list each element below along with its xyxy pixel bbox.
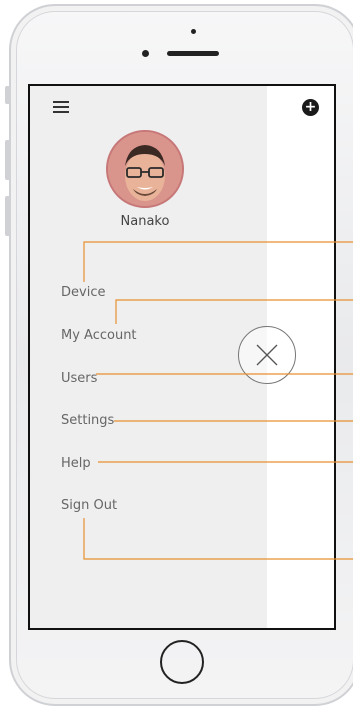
menu-item-device[interactable]: Device: [61, 285, 105, 300]
close-button[interactable]: [238, 326, 296, 384]
volume-down-button: [5, 196, 10, 236]
phone-screen: + Nanako Device My Account Users Setting…: [28, 84, 336, 630]
hamburger-icon[interactable]: [53, 101, 69, 114]
volume-up-button: [5, 140, 10, 180]
home-button[interactable]: [160, 640, 204, 684]
avatar: [106, 130, 184, 208]
front-sensor: [191, 29, 196, 34]
menu-item-help[interactable]: Help: [61, 456, 91, 471]
menu-item-settings[interactable]: Settings: [61, 413, 114, 428]
mute-switch: [5, 86, 10, 104]
menu-item-my-account[interactable]: My Account: [61, 328, 137, 343]
menu-item-sign-out[interactable]: Sign Out: [61, 498, 117, 513]
earpiece-speaker: [167, 51, 219, 56]
close-icon: [256, 344, 278, 366]
add-button[interactable]: +: [302, 99, 319, 116]
username-label: Nanako: [120, 214, 170, 229]
plus-circle-icon: +: [304, 99, 317, 115]
profile-photo: [108, 132, 182, 206]
front-camera: [142, 50, 149, 57]
menu-item-users[interactable]: Users: [61, 371, 97, 386]
